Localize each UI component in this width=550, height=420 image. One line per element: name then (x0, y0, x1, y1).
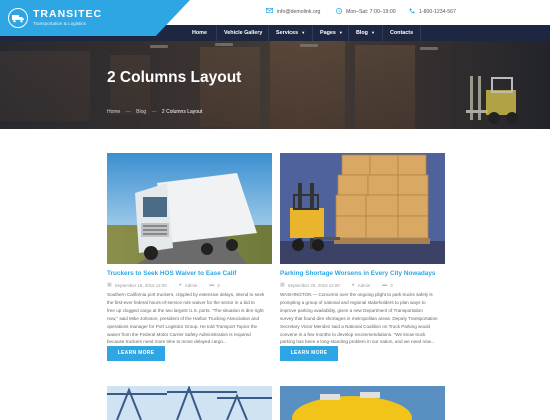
nav-item-home[interactable]: Home (192, 25, 207, 41)
post-title[interactable]: Parking Shortage Worsens in Every City N… (280, 270, 435, 277)
nav-label: Home (192, 30, 207, 36)
post-author[interactable]: ● Admin (179, 282, 197, 288)
learn-more-button[interactable]: LEARN MORE (280, 346, 338, 361)
nav-label: Blog (356, 30, 368, 36)
user-icon: ● (351, 282, 355, 288)
post-author-text: Admin (357, 282, 371, 288)
contact-email[interactable]: info@demolink.org (265, 7, 321, 15)
nav-item-pages[interactable]: Pages ▼ (320, 25, 343, 41)
port-cranes-image (107, 386, 272, 420)
post-image-tanker[interactable] (280, 386, 445, 420)
nav-label: Contacts (390, 30, 414, 36)
breadcrumb-current: 2 Columns Layout (161, 109, 203, 115)
contact-phone[interactable]: 1-800-1234-567 (409, 8, 456, 16)
post-title[interactable]: Truckers to Seek HOS Waiver to Ease Cali… (107, 270, 236, 277)
post-date: ▦ September 26, 2016 12:00 (280, 282, 340, 288)
nav-divider (420, 25, 421, 41)
post-comments-count: 3 (217, 282, 220, 288)
post-excerpt: WASHINGTON — Concerns over the ongoing p… (280, 292, 438, 345)
contact-phone-text: 1-800-1234-567 (419, 9, 456, 15)
nav-label: Vehicle Gallery (224, 30, 263, 36)
nav-divider (312, 25, 313, 41)
post-image-truck[interactable] (107, 153, 272, 264)
nav-label: Services (276, 30, 299, 36)
contact-hours-text: Mon–Sat: 7:00–19:00 (346, 9, 396, 15)
comment-icon: ▬ (209, 282, 215, 288)
post-image-forklift[interactable] (280, 153, 445, 264)
post-comments[interactable]: ▬ 3 (209, 282, 219, 288)
top-header: TRANSITEC Transportation & Logistics inf… (0, 0, 550, 36)
nav-item-blog[interactable]: Blog ▼ (356, 25, 375, 41)
post-comments-count: 3 (390, 282, 393, 288)
post-date: ▦ September 16, 2016 12:00 (107, 282, 167, 288)
breadcrumb: Home — Blog — 2 Columns Layout (107, 109, 202, 115)
tanker-truck-image (280, 386, 445, 420)
nav-divider (382, 25, 383, 41)
post-comments[interactable]: ▬ 3 (382, 282, 392, 288)
nav-divider (268, 25, 269, 41)
post-author-text: Admin (184, 282, 198, 288)
post-date-text: September 16, 2016 12:00 (114, 282, 167, 288)
post-image-cranes[interactable] (107, 386, 272, 420)
post-excerpt: Southern California port truckers, cripp… (107, 292, 265, 345)
nav-divider (216, 25, 217, 41)
nav-item-contacts[interactable]: Contacts (390, 25, 413, 41)
learn-more-button[interactable]: LEARN MORE (107, 346, 165, 361)
post-meta: ▦ September 26, 2016 12:00 ● Admin ▬ 3 (280, 282, 405, 288)
brand-name: TRANSITEC (33, 8, 103, 20)
page-hero: 2 Columns Layout Home — Blog — 2 Columns… (0, 41, 550, 129)
page-title: 2 Columns Layout (107, 69, 242, 86)
caret-down-icon: ▼ (370, 30, 375, 35)
user-icon: ● (178, 282, 182, 288)
calendar-icon: ▦ (107, 282, 112, 288)
forklift-image (466, 76, 518, 124)
nav-item-services[interactable]: Services ▼ (276, 25, 305, 41)
comment-icon: ▬ (382, 282, 388, 288)
post-date-text: September 26, 2016 12:00 (287, 282, 340, 288)
nav-label: Pages (320, 30, 336, 36)
phone-icon (409, 8, 415, 16)
envelope-icon (265, 7, 274, 15)
blog-post: Truckers to Seek HOS Waiver to Ease Cali… (107, 153, 272, 368)
clock-icon (336, 8, 342, 16)
breadcrumb-blog[interactable]: Blog (136, 109, 146, 115)
brand-tagline: Transportation & Logistics (33, 21, 86, 26)
blog-post: Parking Shortage Worsens in Every City N… (280, 153, 445, 368)
nav-divider (348, 25, 349, 41)
breadcrumb-home[interactable]: Home (107, 109, 120, 115)
caret-down-icon: ▼ (301, 30, 306, 35)
post-meta: ▦ September 16, 2016 12:00 ● Admin ▬ 3 (107, 282, 232, 288)
caret-down-icon: ▼ (338, 30, 343, 35)
forklift-boxes-image (280, 153, 445, 264)
post-author[interactable]: ● Admin (352, 282, 370, 288)
truck-logo-icon (8, 8, 28, 28)
breadcrumb-separator: — (151, 109, 157, 115)
nav-item-vehicle-gallery[interactable]: Vehicle Gallery (224, 25, 262, 41)
truck-image (107, 153, 272, 264)
contact-hours: Mon–Sat: 7:00–19:00 (336, 8, 396, 16)
calendar-icon: ▦ (280, 282, 285, 288)
breadcrumb-separator: — (125, 109, 131, 115)
contact-email-text: info@demolink.org (277, 8, 321, 15)
